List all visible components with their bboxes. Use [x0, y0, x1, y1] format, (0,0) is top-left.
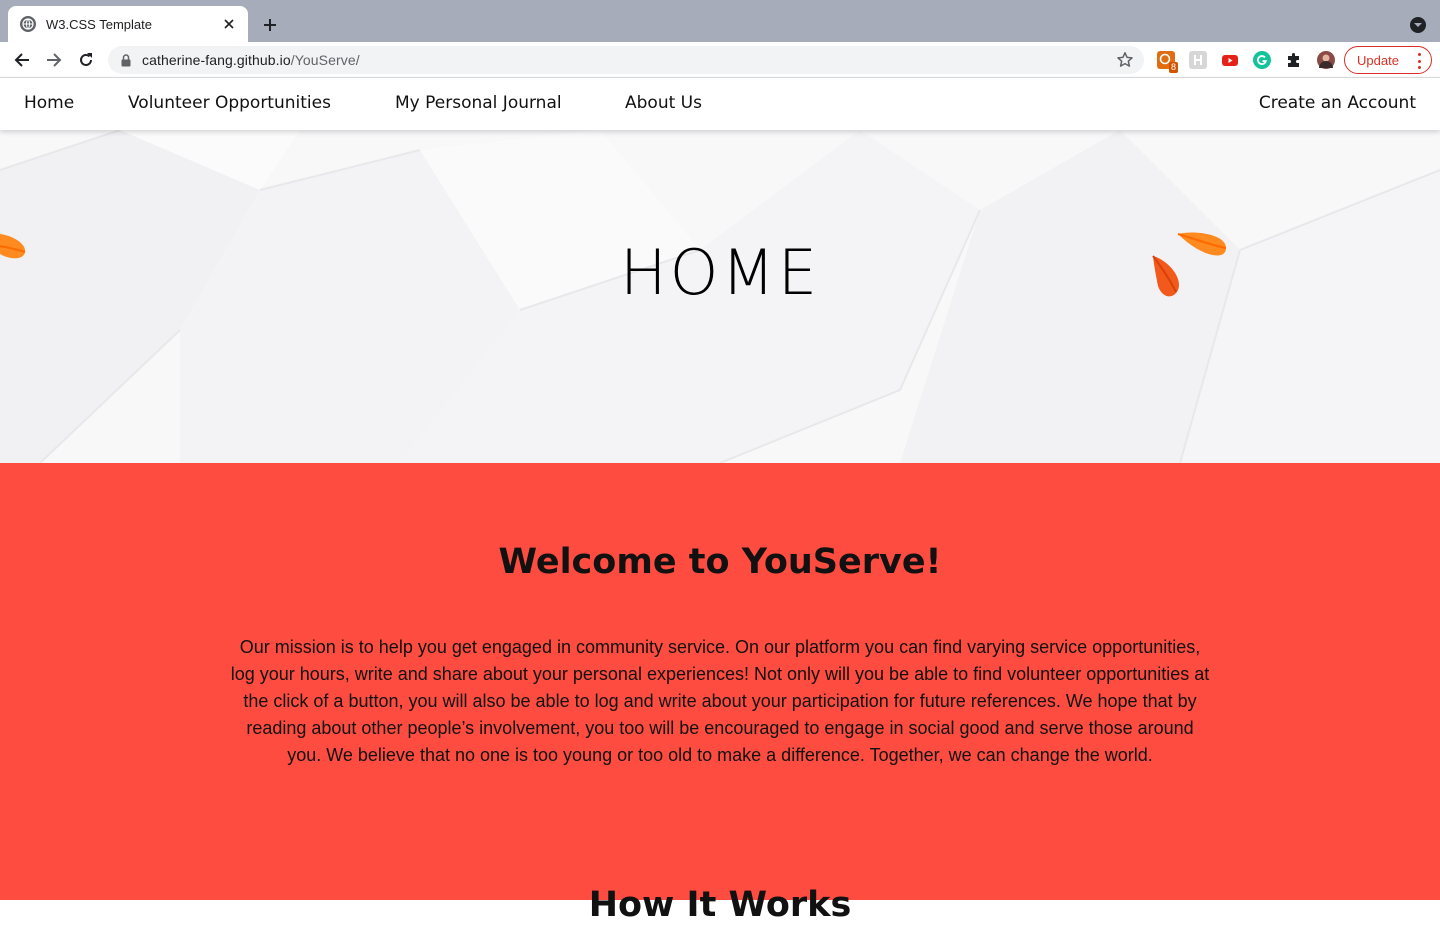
- forward-arrow-icon[interactable]: [42, 48, 66, 72]
- create-account-link[interactable]: Create an Account: [1259, 93, 1416, 113]
- reload-icon[interactable]: [74, 48, 98, 72]
- welcome-section: Welcome to YouServe! Our mission is to h…: [0, 463, 1440, 925]
- profile-avatar-icon[interactable]: [1317, 51, 1335, 69]
- update-button[interactable]: Update: [1344, 46, 1432, 74]
- more-vert-icon[interactable]: [1417, 53, 1421, 69]
- nav-item-about-us[interactable]: About Us: [625, 93, 702, 113]
- browser-tab[interactable]: W3.CSS Template: [8, 6, 248, 42]
- browser-toolbar: catherine-fang.github.io/YouServe/ 8 Upd…: [0, 42, 1440, 78]
- globe-icon: [20, 16, 36, 32]
- update-label: Update: [1357, 52, 1399, 68]
- welcome-title: Welcome to YouServe!: [498, 542, 942, 582]
- url-path: /YouServe/: [290, 52, 360, 68]
- youtube-icon[interactable]: [1221, 51, 1239, 69]
- hero-section: HOME: [0, 130, 1440, 463]
- new-tab-icon[interactable]: [258, 13, 282, 37]
- url-text: catherine-fang.github.io/YouServe/: [142, 52, 360, 68]
- lock-icon[interactable]: [120, 53, 132, 67]
- nav-item-home[interactable]: Home: [24, 93, 74, 113]
- mission-paragraph: Our mission is to help you get engaged i…: [230, 637, 1210, 765]
- site-nav: Home Volunteer Opportunities My Personal…: [0, 78, 1440, 130]
- bookmark-star-icon[interactable]: [1116, 51, 1134, 69]
- nav-item-volunteer-opportunities[interactable]: Volunteer Opportunities: [128, 93, 331, 113]
- how-it-works-heading: How It Works: [588, 885, 852, 925]
- tab-search-icon[interactable]: [1410, 17, 1426, 33]
- nav-item-personal-journal[interactable]: My Personal Journal: [395, 93, 562, 113]
- back-arrow-icon[interactable]: [10, 48, 34, 72]
- grammarly-icon[interactable]: [1253, 51, 1271, 69]
- extension-badge: 8: [1168, 62, 1178, 73]
- hero-title: HOME: [619, 236, 821, 309]
- extensions-puzzle-icon[interactable]: [1285, 51, 1303, 69]
- tab-title: W3.CSS Template: [46, 16, 152, 32]
- extension-gray-icon[interactable]: [1189, 51, 1207, 69]
- address-bar[interactable]: catherine-fang.github.io/YouServe/: [108, 46, 1144, 74]
- url-host: catherine-fang.github.io: [142, 52, 291, 68]
- browser-tabstrip: W3.CSS Template: [0, 0, 1440, 42]
- extension-orange-icon[interactable]: 8: [1157, 51, 1178, 73]
- close-tab-icon[interactable]: [220, 15, 238, 33]
